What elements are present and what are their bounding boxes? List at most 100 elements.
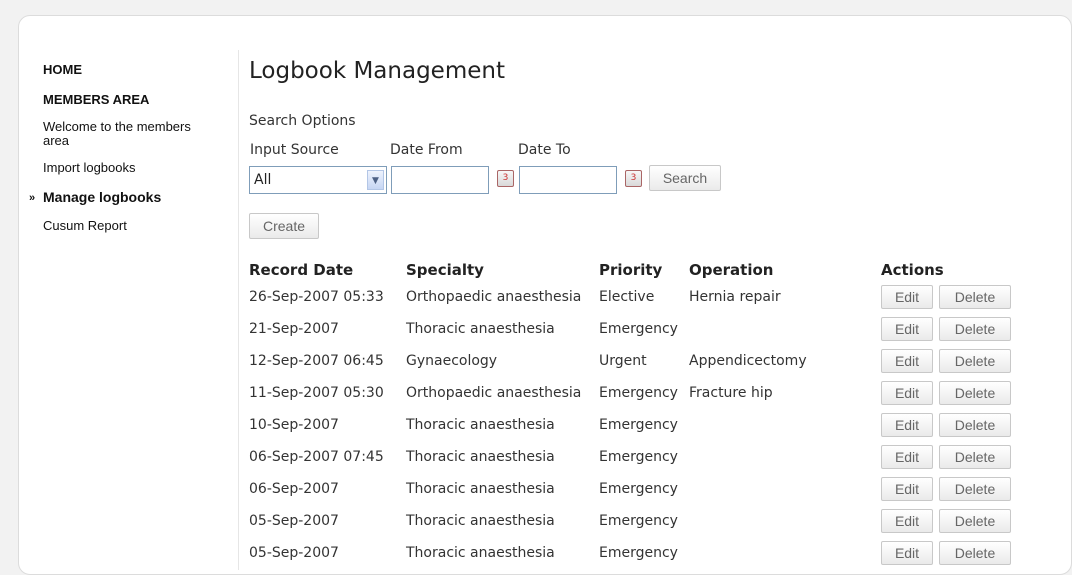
header-specialty: Specialty — [406, 261, 484, 279]
cell-operation — [689, 313, 881, 345]
table-row: 21-Sep-2007 Thoracic anaesthesia Emergency… — [249, 313, 1021, 345]
cell-operation: Fracture hip — [689, 385, 773, 401]
cell-specialty: Thoracic anaesthesia — [406, 449, 555, 465]
cell-specialty: Orthopaedic anaesthesia — [406, 289, 582, 305]
active-arrow-icon: » — [29, 192, 36, 204]
cell-actions: Edit Delete — [881, 313, 1021, 345]
table-row: 26-Sep-2007 05:33 Orthopaedic anaesthesia… — [249, 281, 1021, 313]
cell-priority: Emergency — [599, 545, 678, 561]
header-priority: Priority — [599, 261, 663, 279]
header-record-date: Record Date — [249, 261, 354, 279]
calendar-icon-date-to[interactable]: 3 — [625, 170, 642, 187]
cell-priority: Emergency — [599, 417, 678, 433]
chevron-down-icon[interactable]: ▼ — [367, 170, 384, 190]
cell-record-date: 05-Sep-2007 — [249, 545, 339, 561]
cell-operation: Appendicectomy — [689, 353, 807, 369]
nav-welcome[interactable]: Welcome to the members area — [43, 120, 216, 148]
nav-manage-logbooks[interactable]: » Manage logbooks — [29, 189, 216, 205]
delete-button[interactable]: Delete — [939, 349, 1011, 373]
calendar-icon-date-from[interactable]: 3 — [497, 170, 514, 187]
search-options-heading: Search Options — [249, 113, 356, 129]
edit-button[interactable]: Edit — [881, 317, 933, 341]
edit-button[interactable]: Edit — [881, 541, 933, 565]
cell-record-date: 26-Sep-2007 05:33 — [249, 289, 384, 305]
table-row: 06-Sep-2007 Thoracic anaesthesia Emergency… — [249, 473, 1021, 505]
delete-button[interactable]: Delete — [939, 445, 1011, 469]
cell-record-date: 05-Sep-2007 — [249, 513, 339, 529]
create-button[interactable]: Create — [249, 213, 319, 239]
sidebar-divider — [238, 50, 239, 570]
cell-actions: Edit Delete — [881, 505, 1021, 537]
sidebar-nav: HOME MEMBERS AREA Welcome to the members… — [26, 46, 216, 233]
cell-actions: Edit Delete — [881, 441, 1021, 473]
edit-button[interactable]: Edit — [881, 477, 933, 501]
nav-import-logbooks[interactable]: Import logbooks — [43, 161, 216, 175]
cell-actions: Edit Delete — [881, 409, 1021, 441]
cell-record-date: 12-Sep-2007 06:45 — [249, 353, 384, 369]
cell-operation — [689, 473, 881, 505]
cell-operation — [689, 537, 881, 569]
cell-priority: Emergency — [599, 513, 678, 529]
edit-button[interactable]: Edit — [881, 413, 933, 437]
cell-specialty: Orthopaedic anaesthesia — [406, 385, 582, 401]
header-actions: Actions — [881, 261, 944, 279]
edit-button[interactable]: Edit — [881, 445, 933, 469]
delete-button[interactable]: Delete — [939, 541, 1011, 565]
cell-record-date: 10-Sep-2007 — [249, 417, 339, 433]
table-row: 12-Sep-2007 06:45 Gynaecology Urgent Append… — [249, 345, 1021, 377]
cell-specialty: Thoracic anaesthesia — [406, 481, 555, 497]
edit-button[interactable]: Edit — [881, 285, 933, 309]
cell-priority: Emergency — [599, 385, 678, 401]
delete-button[interactable]: Delete — [939, 413, 1011, 437]
cell-specialty: Thoracic anaesthesia — [406, 513, 555, 529]
edit-button[interactable]: Edit — [881, 381, 933, 405]
table-row: 05-Sep-2007 Thoracic anaesthesia Emergency… — [249, 505, 1021, 537]
cell-record-date: 06-Sep-2007 07:45 — [249, 449, 384, 465]
delete-button[interactable]: Delete — [939, 317, 1011, 341]
nav-manage-logbooks-label: Manage logbooks — [43, 189, 162, 205]
cell-operation: Hernia repair — [689, 289, 781, 305]
cell-priority: Emergency — [599, 481, 678, 497]
search-button[interactable]: Search — [649, 165, 721, 191]
cell-specialty: Thoracic anaesthesia — [406, 545, 555, 561]
edit-button[interactable]: Edit — [881, 349, 933, 373]
cell-operation — [689, 505, 881, 537]
cell-actions: Edit Delete — [881, 345, 1021, 377]
cell-operation — [689, 409, 881, 441]
cell-specialty: Thoracic anaesthesia — [406, 321, 555, 337]
page-title: Logbook Management — [249, 58, 505, 84]
cell-actions: Edit Delete — [881, 377, 1021, 409]
cell-record-date: 21-Sep-2007 — [249, 321, 339, 337]
table-row: 06-Sep-2007 07:45 Thoracic anaesthesia Eme… — [249, 441, 1021, 473]
cell-actions: Edit Delete — [881, 281, 1021, 313]
table-header-row: Record Date Specialty Priority Operation… — [249, 259, 1021, 281]
cell-specialty: Thoracic anaesthesia — [406, 417, 555, 433]
cell-actions: Edit Delete — [881, 473, 1021, 505]
date-from-label: Date From — [390, 142, 463, 158]
date-to-input[interactable] — [519, 166, 617, 194]
cell-priority: Elective — [599, 289, 655, 305]
delete-button[interactable]: Delete — [939, 381, 1011, 405]
logbook-table: Record Date Specialty Priority Operation… — [249, 259, 1021, 569]
cell-priority: Emergency — [599, 321, 678, 337]
cell-operation — [689, 441, 881, 473]
cell-specialty: Gynaecology — [406, 353, 498, 369]
cell-record-date: 11-Sep-2007 05:30 — [249, 385, 384, 401]
nav-cusum-report[interactable]: Cusum Report — [43, 219, 216, 233]
delete-button[interactable]: Delete — [939, 285, 1011, 309]
input-source-label: Input Source — [250, 142, 339, 158]
edit-button[interactable]: Edit — [881, 509, 933, 533]
date-from-input[interactable] — [391, 166, 489, 194]
date-to-label: Date To — [518, 142, 571, 158]
input-source-select[interactable]: All ▼ — [249, 166, 387, 194]
nav-members-area[interactable]: MEMBERS AREA — [43, 92, 216, 108]
delete-button[interactable]: Delete — [939, 509, 1011, 533]
cell-record-date: 06-Sep-2007 — [249, 481, 339, 497]
delete-button[interactable]: Delete — [939, 477, 1011, 501]
cell-actions: Edit Delete — [881, 537, 1021, 569]
table-row: 05-Sep-2007 Thoracic anaesthesia Emergency… — [249, 537, 1021, 569]
table-row: 11-Sep-2007 05:30 Orthopaedic anaesthesia… — [249, 377, 1021, 409]
nav-home[interactable]: HOME — [43, 62, 216, 78]
cell-priority: Urgent — [599, 353, 647, 369]
table-row: 10-Sep-2007 Thoracic anaesthesia Emergency… — [249, 409, 1021, 441]
